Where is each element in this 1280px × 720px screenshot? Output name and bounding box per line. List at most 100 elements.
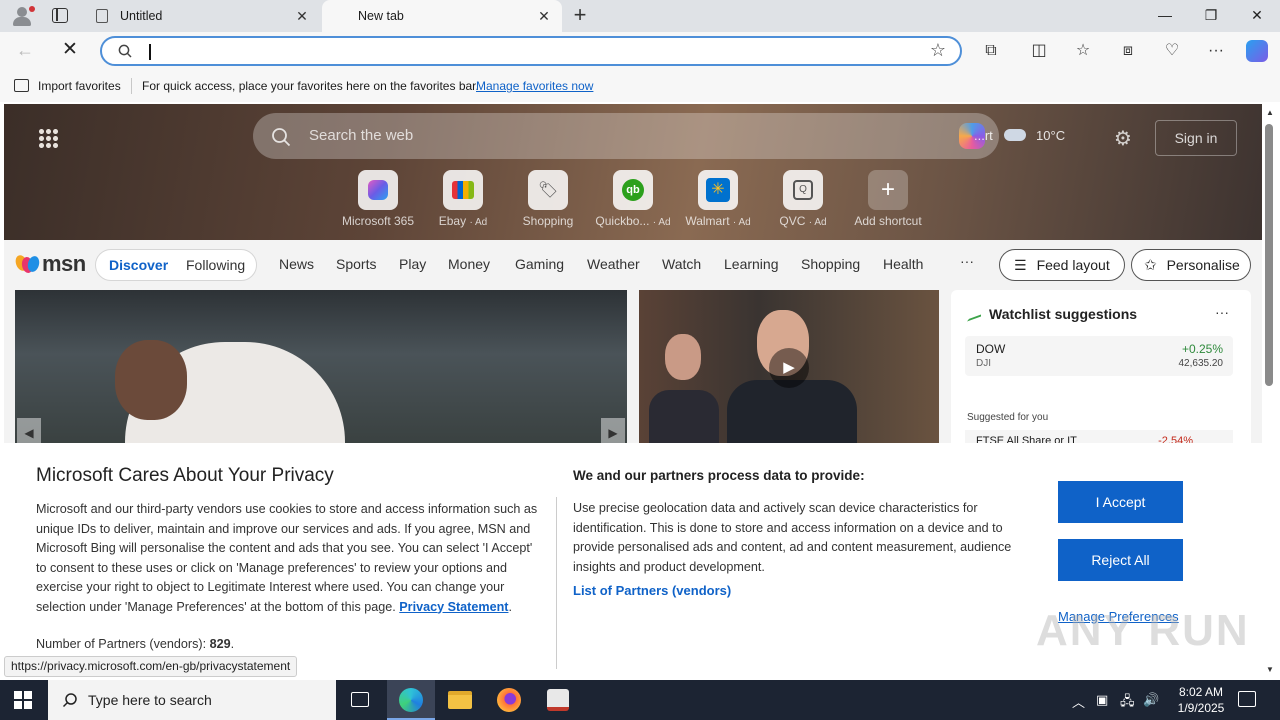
more-nav-icon[interactable]: ··· [960, 253, 974, 269]
nav-item[interactable]: Gaming [515, 256, 564, 272]
list-of-partners-link[interactable]: List of Partners (vendors) [573, 583, 731, 598]
nav-item[interactable]: Watch [662, 256, 701, 272]
nav-item[interactable]: Learning [724, 256, 779, 272]
nav-item[interactable]: News [279, 256, 314, 272]
nav-item[interactable]: Weather [587, 256, 640, 272]
split-screen-icon[interactable]: ◫ [1028, 40, 1050, 62]
card-image [649, 390, 719, 450]
tab-following[interactable]: Following [186, 257, 245, 273]
app-taskbar-icon[interactable] [534, 680, 582, 720]
restore-button[interactable]: ❐ [1188, 0, 1234, 32]
manage-favorites-link[interactable]: Manage favorites now [476, 79, 593, 93]
new-tab-button[interactable]: + [568, 4, 592, 28]
close-window-button[interactable]: ✕ [1234, 0, 1280, 32]
shortcut-label: Microsoft 365 [341, 214, 415, 228]
scrollbar-thumb[interactable] [1265, 124, 1273, 386]
address-bar[interactable]: ☆ [100, 36, 962, 66]
nav-item[interactable]: Health [883, 256, 923, 272]
shortcut-walmart[interactable]: ✳ Walmart · Ad [674, 170, 762, 228]
device-icon[interactable]: ▣ [1096, 692, 1108, 708]
edge-taskbar-icon[interactable] [387, 680, 435, 720]
file-explorer-icon[interactable] [436, 680, 484, 720]
tray-overflow-icon[interactable]: ︿ [1072, 692, 1085, 711]
watchlist-more-icon[interactable]: ··· [1215, 304, 1229, 320]
card-image-face [115, 340, 187, 420]
ad-marker: · Ad [652, 217, 671, 228]
consent-body-text: Microsoft and our third-party vendors us… [36, 502, 538, 614]
browser-toolbar: ← ✕ ☆ ⧉ ◫ ☆ ⧈ ♡ ··· [0, 32, 1280, 70]
personalise-label: Personalise [1166, 257, 1240, 273]
video-news-card[interactable]: ▶ [639, 290, 939, 450]
shortcut-label: Walmart [685, 214, 730, 228]
feed-layout-button[interactable]: ☰ Feed layout [999, 249, 1125, 281]
copilot-icon[interactable] [1246, 40, 1268, 62]
favorite-star-icon[interactable]: ☆ [930, 40, 946, 61]
page-icon [96, 9, 108, 23]
taskbar-clock[interactable]: 8:02 AM 1/9/2025 [1170, 684, 1232, 716]
personalise-button[interactable]: ✩ Personalise [1131, 249, 1251, 281]
privacy-statement-link[interactable]: Privacy Statement [399, 600, 508, 614]
page-scrollbar[interactable]: ▲ ▼ [1262, 104, 1280, 680]
watchlist-card: Watchlist suggestions ··· DOW DJI +0.25%… [951, 290, 1251, 450]
scroll-up-icon[interactable]: ▲ [1266, 108, 1274, 117]
search-placeholder: Search the web [309, 127, 414, 144]
web-search-box[interactable]: Search the web [253, 113, 999, 159]
nav-item[interactable]: Shopping [801, 256, 860, 272]
suggested-label: Suggested for you [967, 412, 1049, 423]
collections-icon[interactable]: ⧈ [1117, 40, 1139, 62]
msn-logo[interactable]: msn [13, 249, 86, 279]
walmart-icon: ✳ [698, 170, 738, 210]
windows-start-icon[interactable] [14, 691, 32, 709]
nav-item[interactable]: Play [399, 256, 426, 272]
shortcut-quickbooks[interactable]: qb Quickbo... · Ad [589, 170, 677, 228]
partners-count-line: Number of Partners (vendors): 829. [36, 637, 235, 651]
featured-news-card[interactable]: ◀ ▶ [15, 290, 627, 482]
close-tab-icon[interactable]: ✕ [292, 8, 312, 25]
stock-row[interactable]: DOW DJI +0.25% 42,635.20 [965, 336, 1233, 376]
play-icon[interactable]: ▶ [769, 348, 809, 388]
reject-all-button[interactable]: Reject All [1058, 539, 1183, 581]
volume-icon[interactable]: 🔊 [1143, 692, 1159, 708]
weather-location: ...rt [974, 128, 993, 143]
accept-button[interactable]: I Accept [1058, 481, 1183, 523]
browser-essentials-icon[interactable]: ♡ [1161, 40, 1183, 62]
clock-date: 1/9/2025 [1177, 701, 1225, 715]
shortcut-microsoft-365[interactable]: Microsoft 365 [334, 170, 422, 228]
personalise-icon: ✩ [1144, 257, 1157, 274]
tab-discover[interactable]: Discover [109, 257, 168, 273]
watermark-logo: ANY RUN [1036, 606, 1250, 655]
app-launcher-icon[interactable] [38, 128, 58, 148]
add-shortcut-button[interactable]: + Add shortcut [844, 170, 932, 228]
favorites-icon[interactable]: ☆ [1072, 40, 1094, 62]
tab-untitled[interactable]: Untitled ✕ [84, 0, 320, 32]
shortcut-ebay[interactable]: Ebay · Ad [419, 170, 507, 228]
nav-item[interactable]: Money [448, 256, 490, 272]
tab-actions-icon[interactable] [52, 8, 68, 23]
weather-unit: °C [1050, 128, 1066, 143]
minimize-button[interactable]: — [1142, 0, 1188, 32]
sign-in-button[interactable]: Sign in [1155, 120, 1237, 156]
tab-new-tab[interactable]: New tab ✕ [322, 0, 562, 32]
firefox-icon[interactable] [485, 680, 533, 720]
scroll-down-icon[interactable]: ▼ [1266, 665, 1274, 674]
settings-more-icon[interactable]: ··· [1205, 40, 1227, 62]
profile-avatar-icon[interactable] [8, 4, 36, 28]
divider [131, 78, 132, 94]
stop-loading-icon[interactable]: ✕ [62, 38, 78, 61]
page-settings-gear-icon[interactable]: ⚙ [1114, 126, 1132, 151]
back-arrow-icon[interactable]: ← [16, 40, 34, 61]
shortcut-label: QVC [779, 214, 806, 228]
task-view-icon[interactable] [336, 680, 384, 720]
network-icon[interactable]: 🖧 [1120, 692, 1135, 714]
close-tab-icon[interactable]: ✕ [534, 8, 554, 25]
weather-widget[interactable]: ...rt 10°C [974, 128, 1065, 143]
feed-switcher: Discover Following [95, 249, 257, 281]
shortcut-shopping[interactable]: 🏷 Shopping [504, 170, 592, 228]
search-icon [118, 44, 132, 58]
extensions-icon[interactable]: ⧉ [980, 40, 1002, 62]
import-favorites-button[interactable]: Import favorites [38, 79, 121, 93]
shortcut-qvc[interactable]: Q QVC · Ad [759, 170, 847, 228]
taskbar-search-box[interactable]: Type here to search [48, 680, 336, 720]
notification-icon[interactable] [1238, 691, 1256, 707]
nav-item[interactable]: Sports [336, 256, 376, 272]
